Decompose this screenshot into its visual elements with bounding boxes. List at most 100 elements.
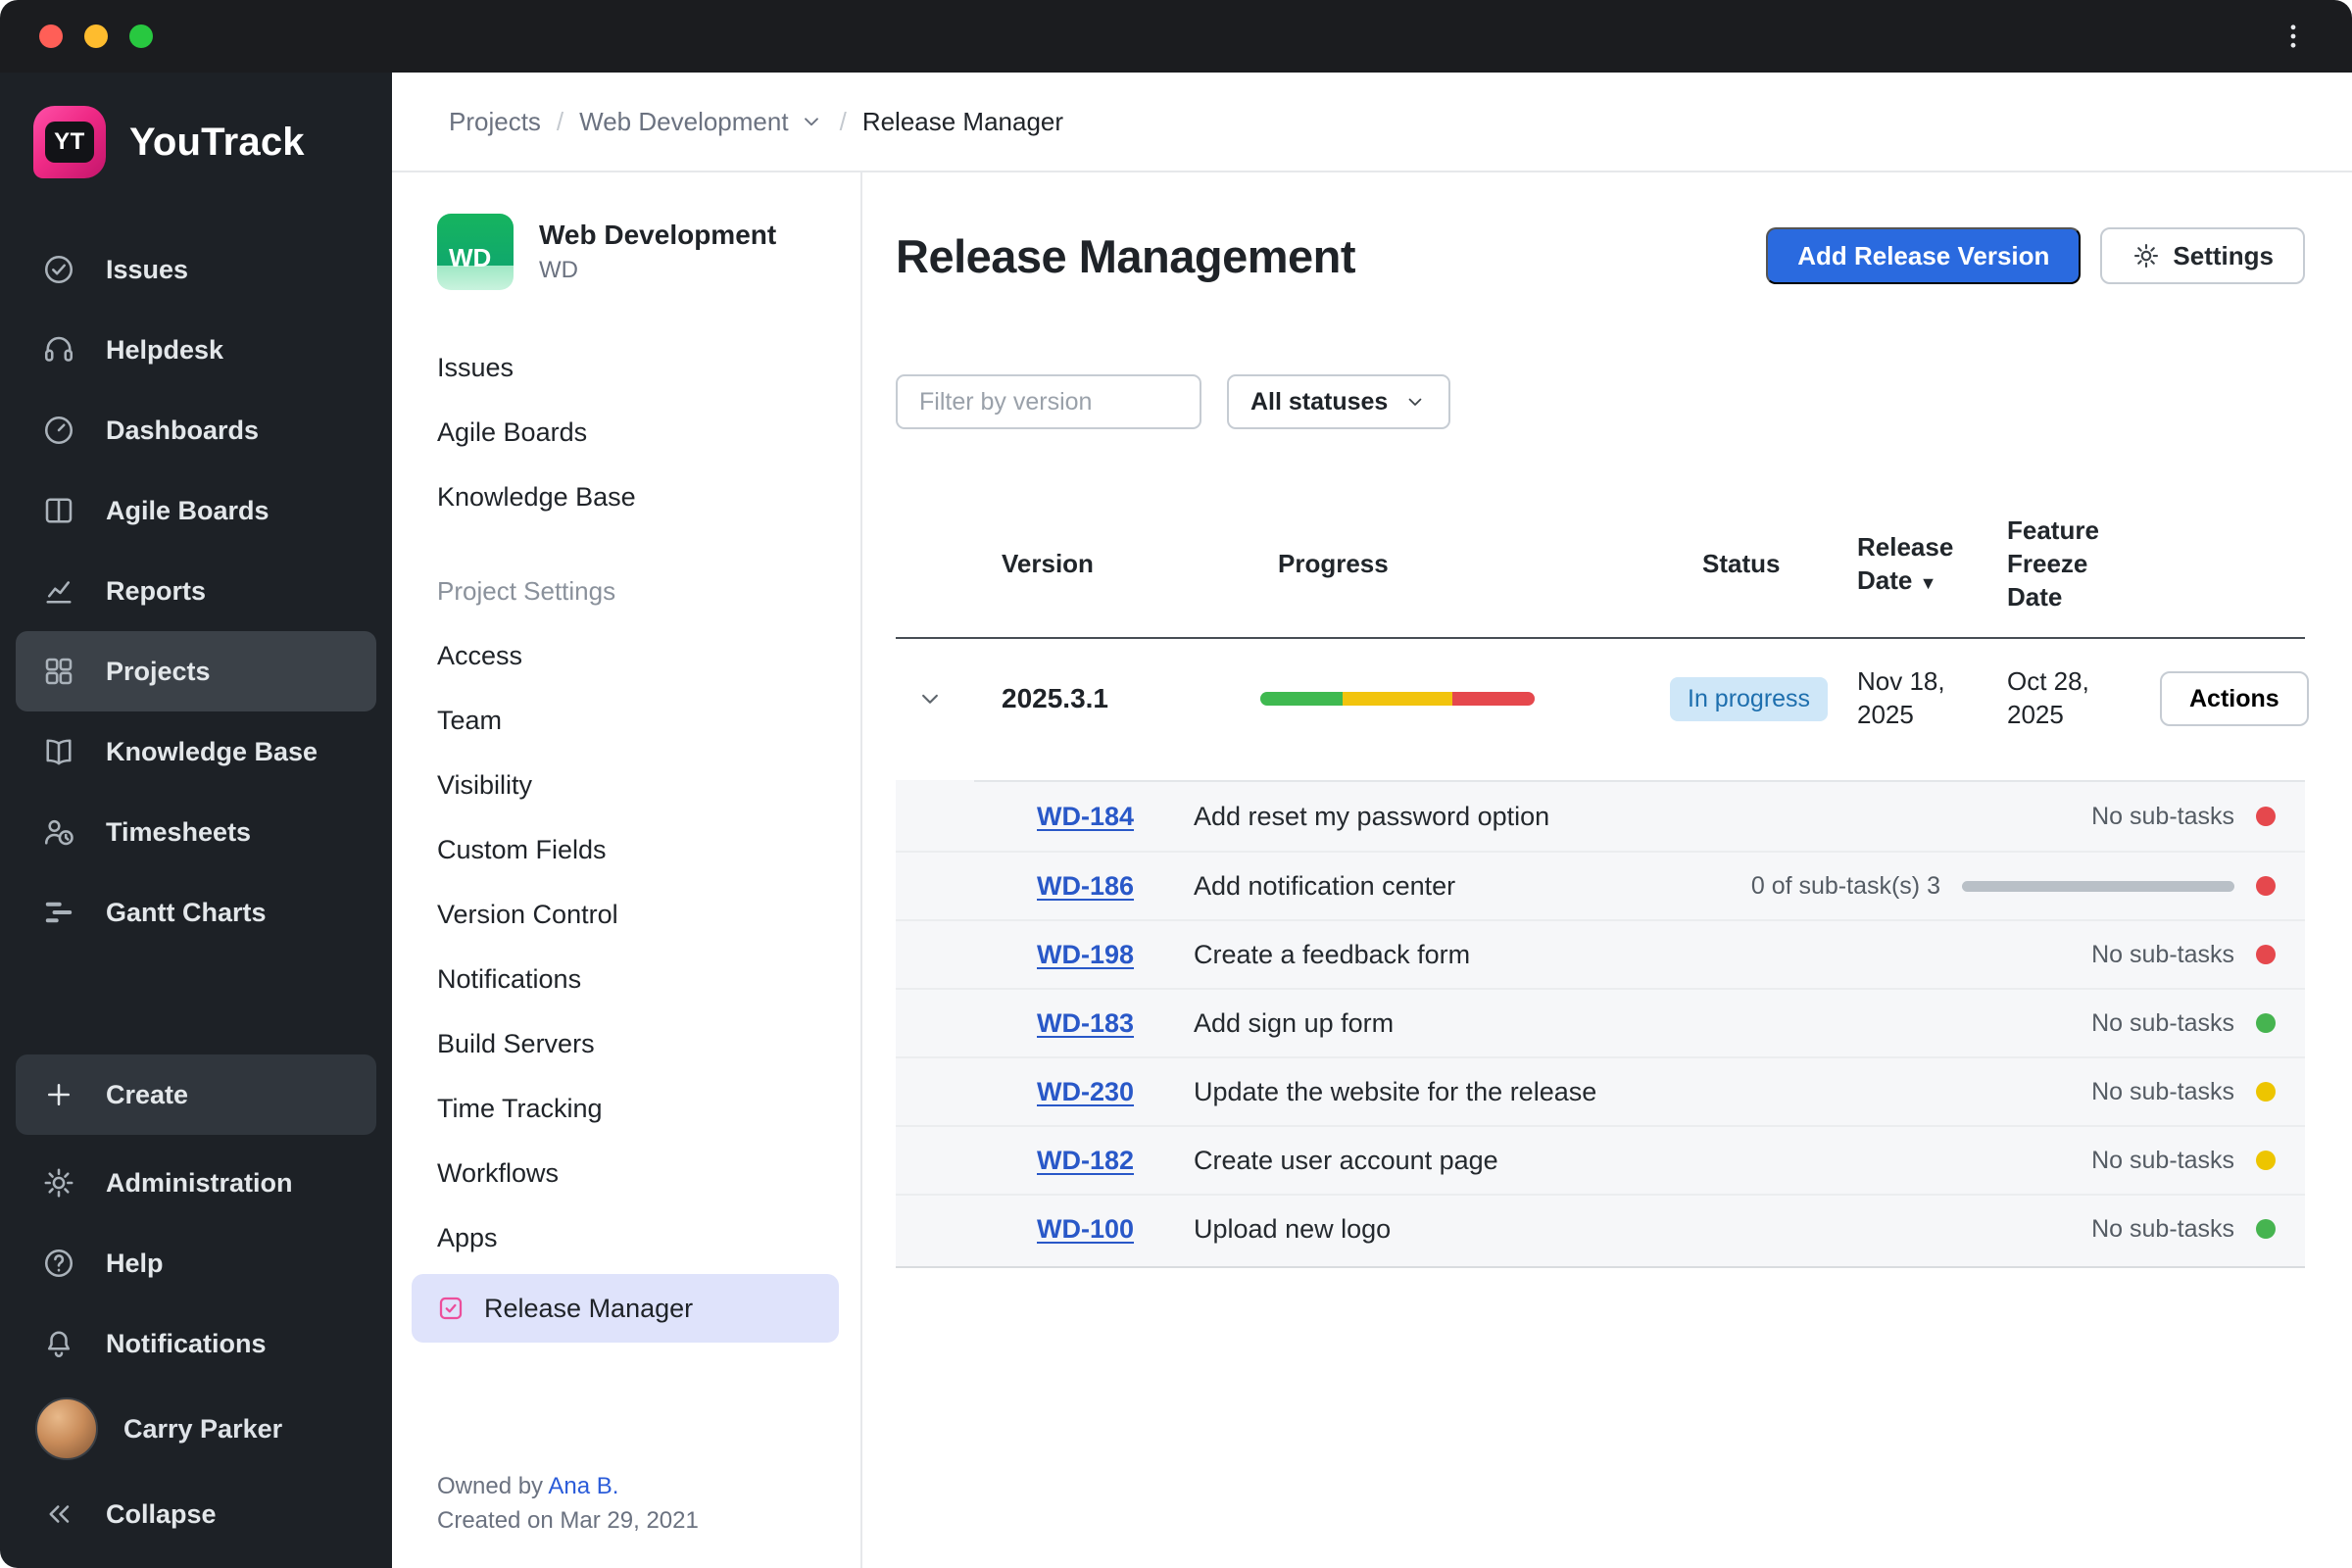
kebab-menu-icon[interactable] — [2274, 17, 2313, 56]
sidebar-item-release-manager[interactable]: Release Manager — [412, 1274, 839, 1343]
add-release-version-button[interactable]: Add Release Version — [1766, 227, 2082, 284]
issues-icon — [41, 252, 76, 287]
breadcrumb-current-page: Release Manager — [861, 106, 1064, 136]
project-settings-item-notifications[interactable]: Notifications — [392, 947, 860, 1011]
subtasks-info: No sub-tasks — [2091, 940, 2234, 968]
status-filter-select[interactable]: All statuses — [1227, 374, 1451, 429]
column-header-status: Status — [1702, 549, 1781, 579]
issue-link-wd-230[interactable]: WD-230 — [1037, 1077, 1194, 1107]
sidebar-item-label: Dashboards — [106, 415, 260, 445]
create-button[interactable]: Create — [16, 1054, 376, 1135]
status-dot-red — [2256, 876, 2276, 896]
reports-icon — [41, 573, 76, 609]
chevron-down-icon — [1403, 390, 1427, 414]
sidebar-item-label: Reports — [106, 575, 207, 606]
subtasks-info: No sub-tasks — [2091, 1214, 2234, 1243]
collapse-label: Collapse — [106, 1498, 217, 1529]
created-date: Created on Mar 29, 2021 — [437, 1507, 699, 1535]
filter-by-version-input[interactable] — [896, 374, 1201, 429]
column-header-freeze-date: Feature Freeze Date — [2007, 515, 2099, 612]
column-header-release-date[interactable]: Release Date ▼ — [1837, 531, 1975, 598]
breadcrumb-separator: / — [839, 106, 847, 136]
project-nav-item-knowledge-base[interactable]: Knowledge Base — [392, 465, 860, 529]
breadcrumb-project-dropdown[interactable]: Web Development — [579, 107, 823, 137]
sidebar-bottom-nav: Administration Help Notifications — [0, 1143, 392, 1384]
agile-boards-icon — [41, 493, 76, 528]
sidebar-item-timesheets[interactable]: Timesheets — [16, 792, 376, 872]
zoom-window-button[interactable] — [129, 24, 153, 48]
close-window-button[interactable] — [39, 24, 63, 48]
timesheets-icon — [41, 814, 76, 850]
issue-link-wd-184[interactable]: WD-184 — [1037, 802, 1194, 832]
app-window: YT YouTrack Issues Helpdesk Dashboards Agil… — [0, 0, 2352, 1568]
issue-link-wd-183[interactable]: WD-183 — [1037, 1008, 1194, 1039]
sidebar-item-dashboards[interactable]: Dashboards — [16, 390, 376, 470]
project-nav-item-issues[interactable]: Issues — [392, 335, 860, 400]
subtasks-info: No sub-tasks — [2091, 1146, 2234, 1174]
minimize-window-button[interactable] — [84, 24, 108, 48]
project-settings-item-workflows[interactable]: Workflows — [392, 1141, 860, 1205]
helpdesk-icon — [41, 332, 76, 368]
subtasks-info: No sub-tasks — [2091, 802, 2234, 830]
project-settings-item-visibility[interactable]: Visibility — [392, 753, 860, 817]
sidebar-item-help[interactable]: Help — [16, 1223, 376, 1303]
project-settings-item-custom-fields[interactable]: Custom Fields — [392, 817, 860, 882]
issue-summary: Add reset my password option — [1194, 801, 1550, 831]
issue-summary: Update the website for the release — [1194, 1076, 1597, 1106]
status-filter-value: All statuses — [1250, 387, 1389, 416]
page-title: Release Management — [896, 229, 1356, 282]
settings-button[interactable]: Settings — [2100, 227, 2305, 284]
project-settings-item-access[interactable]: Access — [392, 623, 860, 688]
sidebar-item-notifications[interactable]: Notifications — [16, 1303, 376, 1384]
sidebar-item-projects[interactable]: Projects — [16, 631, 376, 711]
dashboards-icon — [41, 413, 76, 448]
issue-link-wd-186[interactable]: WD-186 — [1037, 871, 1194, 902]
project-nav-item-agile-boards[interactable]: Agile Boards — [392, 400, 860, 465]
collapse-sidebar-button[interactable]: Collapse — [16, 1474, 376, 1554]
status-dot-red — [2256, 807, 2276, 826]
user-menu[interactable]: Carry Parker — [16, 1384, 376, 1474]
project-settings-item-time-tracking[interactable]: Time Tracking — [392, 1076, 860, 1141]
column-header-progress: Progress — [1278, 549, 1389, 579]
issue-link-wd-100[interactable]: WD-100 — [1037, 1214, 1194, 1245]
status-dot-yellow — [2256, 1082, 2276, 1102]
logo-initials: YT — [45, 122, 94, 163]
youtrack-logo[interactable]: YT YouTrack — [0, 106, 392, 178]
sidebar-item-gantt-charts[interactable]: Gantt Charts — [16, 872, 376, 953]
project-settings-item-apps[interactable]: Apps — [392, 1205, 860, 1270]
freeze-date-value: Oct 28, 2025 — [2007, 666, 2089, 729]
gantt-charts-icon — [41, 895, 76, 930]
breadcrumb-separator: / — [556, 106, 564, 136]
sidebar-item-issues[interactable]: Issues — [16, 229, 376, 310]
owner-link[interactable]: Ana B. — [548, 1473, 618, 1499]
project-header: WD Web Development WD — [392, 214, 860, 290]
release-manager-label: Release Manager — [484, 1293, 694, 1323]
issue-link-wd-198[interactable]: WD-198 — [1037, 940, 1194, 970]
issue-summary: Upload new logo — [1194, 1213, 1392, 1244]
issue-link-wd-182[interactable]: WD-182 — [1037, 1146, 1194, 1176]
sidebar-item-agile-boards[interactable]: Agile Boards — [16, 470, 376, 551]
sidebar-item-helpdesk[interactable]: Helpdesk — [16, 310, 376, 390]
gear-icon — [41, 1165, 76, 1200]
project-settings-header: Project Settings — [437, 575, 616, 606]
sidebar-item-administration[interactable]: Administration — [16, 1143, 376, 1223]
issue-summary: Create user account page — [1194, 1145, 1498, 1175]
actions-button[interactable]: Actions — [2160, 671, 2309, 726]
gear-icon — [2132, 241, 2161, 270]
release-row: 2025.3.1 In progress Nov 18, 2025 Oct 28… — [896, 639, 2309, 759]
project-avatar: WD — [437, 214, 514, 290]
help-icon — [41, 1246, 76, 1281]
expand-release-chevron-icon[interactable] — [915, 684, 945, 713]
project-settings-item-build-servers[interactable]: Build Servers — [392, 1011, 860, 1076]
issue-row: WD-183 Add sign up form No sub-tasks — [896, 988, 2305, 1056]
project-settings-item-team[interactable]: Team — [392, 688, 860, 753]
sidebar-item-reports[interactable]: Reports — [16, 551, 376, 631]
sidebar-item-label: Notifications — [106, 1328, 267, 1358]
breadcrumb-projects[interactable]: Projects — [449, 107, 541, 137]
create-label: Create — [106, 1079, 189, 1109]
progress-segment-green — [1260, 692, 1343, 706]
project-settings-item-version-control[interactable]: Version Control — [392, 882, 860, 947]
project-nav: Issues Agile Boards Knowledge Base — [392, 335, 860, 529]
table-header-row: Version Progress Status Release Date ▼ F… — [896, 492, 2305, 639]
sidebar-item-knowledge-base[interactable]: Knowledge Base — [16, 711, 376, 792]
